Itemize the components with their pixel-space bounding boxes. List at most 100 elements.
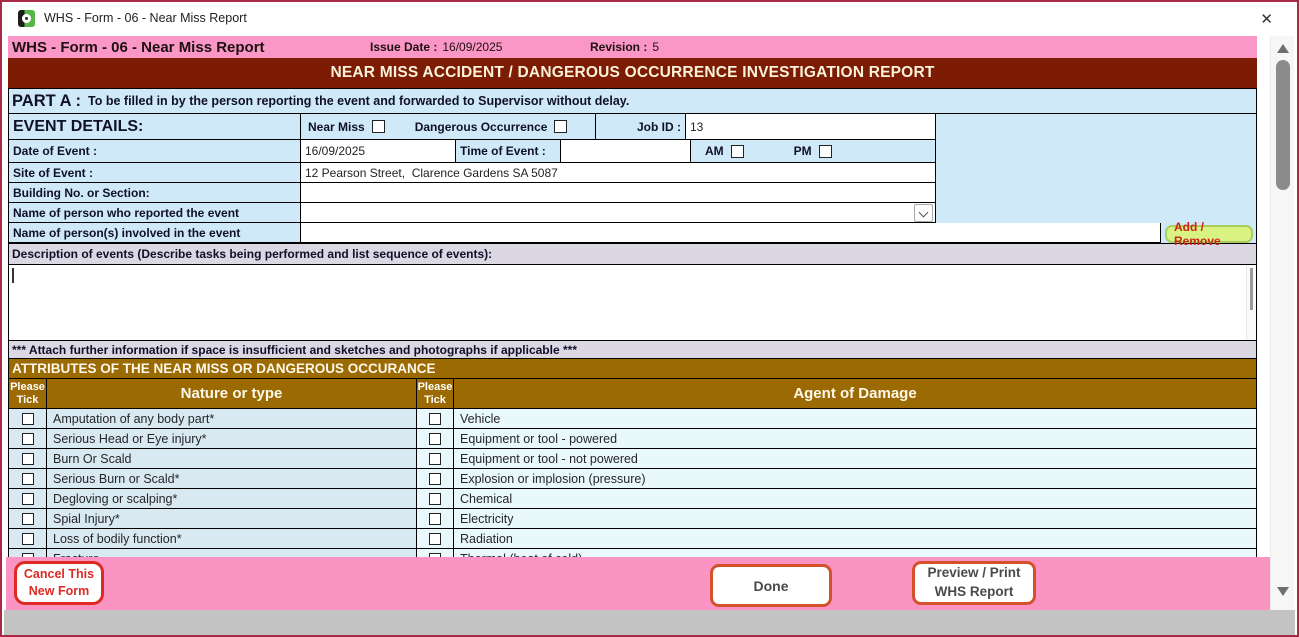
- agent-cell: Vehicle: [454, 409, 1257, 429]
- near-miss-checkbox[interactable]: [372, 120, 385, 133]
- job-id-value: 13: [690, 120, 703, 134]
- agent-tick-cell: [417, 449, 454, 469]
- agent-tick-cell: [417, 409, 454, 429]
- involved-field[interactable]: [301, 223, 1161, 243]
- attach-note: *** Attach further information if space …: [8, 341, 1257, 359]
- scrollbar-down-icon[interactable]: [1277, 587, 1289, 596]
- job-id-label: Job ID :: [637, 120, 681, 134]
- nature-checkbox[interactable]: [22, 433, 34, 445]
- tick-column-header: Please Tick: [9, 379, 47, 409]
- agent-checkbox[interactable]: [429, 513, 441, 525]
- agent-cell: Equipment or tool - powered: [454, 429, 1257, 449]
- time-of-event-field[interactable]: [561, 140, 691, 163]
- nature-column-header: Nature or type: [47, 379, 417, 409]
- nature-cell: Burn Or Scald: [47, 449, 417, 469]
- add-remove-button[interactable]: Add / Remove: [1165, 225, 1253, 243]
- nature-tick-cell: [9, 429, 47, 449]
- table-row: Serious Head or Eye injury* Equipment or…: [9, 429, 1257, 449]
- nature-tick-cell: [9, 549, 47, 557]
- nature-tick-cell: [9, 469, 47, 489]
- event-details-header-row: EVENT DETAILS: Near Miss Dangerous Occur…: [9, 114, 1257, 140]
- description-scrollbar-thumb[interactable]: [1250, 268, 1253, 310]
- site-of-event-value: 12 Pearson Street, Clarence Gardens SA 5…: [305, 166, 558, 180]
- nature-header-label: Nature or type: [181, 385, 283, 402]
- nature-cell: Degloving or scalping*: [47, 489, 417, 509]
- tick-column-header-2: Please Tick: [417, 379, 454, 409]
- agent-tick-cell: [417, 509, 454, 529]
- form-title: WHS - Form - 06 - Near Miss Report: [12, 39, 370, 56]
- nature-cell: Serious Burn or Scald*: [47, 469, 417, 489]
- nature-tick-cell: [9, 489, 47, 509]
- reporter-combobox[interactable]: [301, 203, 936, 223]
- dangerous-occurrence-label: Dangerous Occurrence: [415, 120, 548, 134]
- event-filler: [936, 183, 1257, 203]
- agent-tick-cell: [417, 529, 454, 549]
- form-header: WHS - Form - 06 - Near Miss Report Issue…: [8, 36, 1257, 58]
- text-caret: [12, 268, 14, 283]
- app-icon: [18, 10, 35, 27]
- form-area: WHS - Form - 06 - Near Miss Report Issue…: [8, 36, 1257, 557]
- nature-checkbox[interactable]: [22, 473, 34, 485]
- scrollbar-up-icon[interactable]: [1277, 44, 1289, 53]
- description-textarea[interactable]: [8, 265, 1257, 341]
- am-checkbox[interactable]: [731, 145, 744, 158]
- done-button[interactable]: Done: [710, 564, 832, 607]
- cancel-new-form-button[interactable]: Cancel This New Form: [14, 561, 104, 605]
- near-miss-label: Near Miss: [308, 120, 365, 134]
- scrollbar-thumb[interactable]: [1276, 60, 1290, 190]
- nature-checkbox[interactable]: [22, 413, 34, 425]
- nature-tick-cell: [9, 449, 47, 469]
- vertical-scrollbar[interactable]: [1270, 36, 1294, 610]
- involved-label-cell: Name of person(s) involved in the event: [9, 223, 301, 243]
- pm-checkbox[interactable]: [819, 145, 832, 158]
- date-of-event-field[interactable]: 16/09/2025: [301, 140, 456, 163]
- table-row: Degloving or scalping* Chemical: [9, 489, 1257, 509]
- agent-tick-cell: [417, 489, 454, 509]
- table-row: Spial Injury* Electricity: [9, 509, 1257, 529]
- issue-date-value: 16/09/2025: [442, 40, 502, 54]
- reporter-label-cell: Name of person who reported the event: [9, 203, 301, 223]
- app-window: WHS - Form - 06 - Near Miss Report ✕ WHS…: [0, 0, 1299, 637]
- nature-checkbox[interactable]: [22, 533, 34, 545]
- revision-block: Revision : 5: [590, 40, 659, 54]
- site-of-event-field[interactable]: 12 Pearson Street, Clarence Gardens SA 5…: [301, 163, 936, 183]
- dangerous-occurrence-checkbox[interactable]: [554, 120, 567, 133]
- description-scrollbar[interactable]: [1246, 265, 1256, 340]
- preview-button-line1: Preview / Print: [915, 564, 1033, 583]
- part-a-text: To be filled in by the person reporting …: [88, 94, 629, 108]
- agent-checkbox[interactable]: [429, 533, 441, 545]
- nature-checkbox[interactable]: [22, 513, 34, 525]
- agent-cell: Electricity: [454, 509, 1257, 529]
- table-row: Serious Burn or Scald* Explosion or impl…: [9, 469, 1257, 489]
- agent-checkbox[interactable]: [429, 453, 441, 465]
- pm-label: PM: [794, 144, 812, 158]
- agent-tick-cell: [417, 549, 454, 557]
- involved-label: Name of person(s) involved in the event: [13, 226, 240, 240]
- agent-checkbox[interactable]: [429, 493, 441, 505]
- cancel-button-line1: Cancel This: [17, 566, 101, 583]
- agent-cell: Explosion or implosion (pressure): [454, 469, 1257, 489]
- am-label: AM: [705, 144, 724, 158]
- report-banner-title: NEAR MISS ACCIDENT / DANGEROUS OCCURRENC…: [8, 58, 1257, 88]
- time-label-cell: Time of Event :: [456, 140, 561, 163]
- building-field[interactable]: [301, 183, 936, 203]
- building-label: Building No. or Section:: [13, 186, 150, 200]
- agent-tick-cell: [417, 429, 454, 449]
- table-row: Fracture Thermal (heat of cold): [9, 549, 1257, 557]
- job-id-field[interactable]: 13: [686, 114, 936, 140]
- agent-header-label: Agent of Damage: [793, 385, 916, 402]
- agent-checkbox[interactable]: [429, 473, 441, 485]
- nature-checkbox[interactable]: [22, 493, 34, 505]
- site-of-event-label: Site of Event :: [13, 166, 93, 180]
- agent-checkbox[interactable]: [429, 433, 441, 445]
- involved-row: Name of person(s) involved in the event …: [9, 223, 1257, 243]
- preview-print-button[interactable]: Preview / Print WHS Report: [912, 561, 1036, 605]
- title-bar: WHS - Form - 06 - Near Miss Report ✕: [2, 2, 1297, 36]
- close-icon[interactable]: ✕: [1260, 10, 1273, 28]
- event-type-cell: Near Miss Dangerous Occurrence: [301, 114, 596, 140]
- agent-checkbox[interactable]: [429, 413, 441, 425]
- description-label: Description of events (Describe tasks be…: [8, 243, 1257, 265]
- nature-checkbox[interactable]: [22, 453, 34, 465]
- horizontal-scrollbar-area[interactable]: [4, 610, 1295, 635]
- chevron-down-icon[interactable]: [914, 204, 933, 222]
